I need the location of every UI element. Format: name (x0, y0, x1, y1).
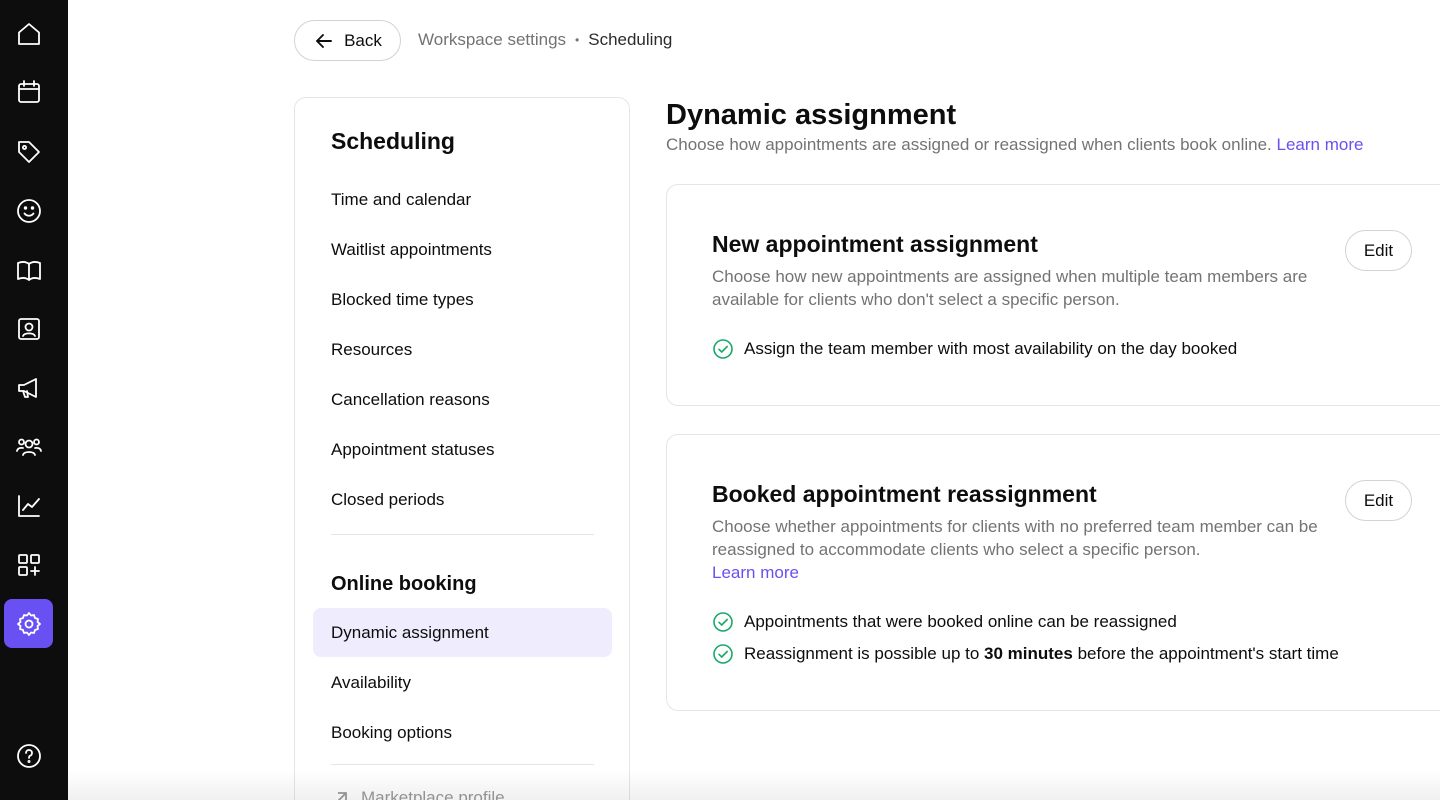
page-title: Dynamic assignment (666, 99, 957, 131)
sidebar-divider (331, 534, 594, 535)
online-booking-title: Online booking (331, 573, 477, 595)
check-item: Assign the team member with most availab… (712, 338, 1237, 360)
sidebar-item-appointment-statuses[interactable]: Appointment statuses (313, 425, 612, 474)
check-item: Reassignment is possible up to 30 minute… (712, 643, 1339, 665)
card-description: Choose whether appointments for clients … (712, 515, 1332, 584)
bottom-fade (68, 770, 1440, 800)
rail-marketing-button[interactable] (4, 363, 53, 412)
check-item-suffix: before the appointment's start time (1072, 644, 1339, 663)
breadcrumb-parent[interactable]: Workspace settings (418, 30, 566, 50)
edit-new-assignment-button[interactable]: Edit (1345, 230, 1412, 271)
check-circle-icon (713, 612, 733, 632)
contact-card-icon (17, 317, 40, 340)
card-title: New appointment assignment (712, 231, 1038, 257)
rail-people-button[interactable] (4, 422, 53, 471)
check-circle-icon (713, 644, 733, 664)
card-description: Choose how new appointments are assigned… (712, 267, 1308, 309)
rail-clients-button[interactable] (4, 186, 53, 235)
settings-sidebar: Scheduling Time and calendar Waitlist ap… (294, 97, 630, 800)
learn-more-link[interactable]: Learn more (712, 563, 799, 582)
check-circle-icon (713, 339, 733, 359)
sidebar-item-waitlist-appointments[interactable]: Waitlist appointments (313, 225, 612, 274)
back-button[interactable]: Back (294, 20, 401, 61)
rail-home-button[interactable] (4, 9, 53, 58)
page-subtitle: Choose how appointments are assigned or … (666, 135, 1363, 155)
apps-add-icon (17, 553, 40, 576)
gear-icon (16, 611, 41, 636)
tag-icon (17, 140, 40, 163)
help-icon (16, 743, 41, 768)
people-icon (15, 438, 42, 456)
rail-addons-button[interactable] (4, 540, 53, 589)
rail-sales-button[interactable] (4, 127, 53, 176)
sidebar-title: Scheduling (331, 128, 455, 154)
book-icon (16, 260, 41, 281)
chart-line-icon (17, 494, 40, 517)
arrow-left-icon (316, 33, 333, 48)
page-subtitle-text: Choose how appointments are assigned or … (666, 135, 1272, 154)
booked-appointment-reassignment-card: Booked appointment reassignment Choose w… (666, 434, 1440, 711)
check-item-prefix: Reassignment is possible up to (744, 644, 985, 663)
check-item-text: Assign the team member with most availab… (744, 339, 1238, 358)
external-arrow-icon (337, 792, 347, 800)
sidebar-item-closed-periods[interactable]: Closed periods (313, 475, 612, 524)
rail-calendar-button[interactable] (4, 67, 53, 116)
learn-more-link[interactable]: Learn more (1277, 135, 1364, 154)
sidebar-item-dynamic-assignment[interactable]: Dynamic assignment (313, 608, 612, 657)
marketplace-profile-label: Marketplace profile (361, 788, 505, 800)
breadcrumb-current: Scheduling (588, 30, 673, 49)
check-item-duration: 30 minutes (984, 644, 1073, 663)
sidebar-item-cancellation-reasons[interactable]: Cancellation reasons (313, 375, 612, 424)
card-description-text: Choose whether appointments for clients … (712, 517, 1318, 559)
back-button-label: Back (344, 30, 382, 50)
card-title: Booked appointment reassignment (712, 481, 1097, 507)
sidebar-item-blocked-time-types[interactable]: Blocked time types (313, 275, 612, 324)
check-item: Appointments that were booked online can… (712, 611, 1177, 633)
rail-catalog-button[interactable] (4, 246, 53, 295)
home-icon (17, 22, 40, 45)
check-item-text: Appointments that were booked online can… (744, 612, 1177, 631)
sidebar-item-availability[interactable]: Availability (313, 658, 612, 707)
rail-help-button[interactable] (4, 731, 53, 780)
breadcrumb-separator: • (575, 33, 580, 47)
new-appointment-assignment-card: New appointment assignment Choose how ne… (666, 184, 1440, 406)
sidebar-item-resources[interactable]: Resources (313, 325, 612, 374)
sidebar-item-booking-options[interactable]: Booking options (313, 708, 612, 757)
calendar-icon (17, 79, 40, 103)
rail-team-button[interactable] (4, 304, 53, 353)
rail-reports-button[interactable] (4, 481, 53, 530)
sidebar-divider (331, 764, 594, 765)
rail-settings-button[interactable] (4, 599, 53, 648)
app-rail (0, 0, 68, 800)
smiley-icon (16, 198, 41, 223)
check-item-text: Reassignment is possible up to 30 minute… (744, 644, 1339, 664)
edit-reassignment-button[interactable]: Edit (1345, 480, 1412, 521)
breadcrumb: Workspace settings • Scheduling (418, 30, 672, 50)
sidebar-item-time-and-calendar[interactable]: Time and calendar (313, 175, 612, 224)
sidebar-item-marketplace-profile[interactable]: Marketplace profile (331, 788, 505, 800)
megaphone-icon (17, 377, 37, 398)
